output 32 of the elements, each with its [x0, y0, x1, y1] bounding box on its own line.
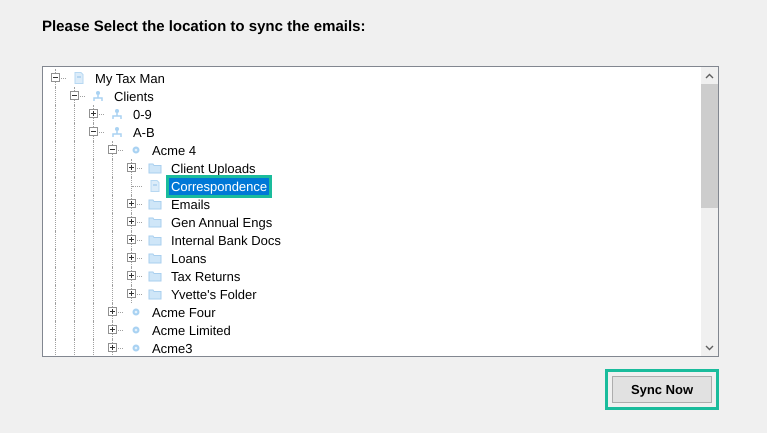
folder-icon: [148, 162, 162, 174]
people-icon: [110, 108, 124, 120]
scroll-thumb[interactable]: [701, 84, 718, 208]
document-icon: [72, 72, 86, 84]
expander-toggle[interactable]: [108, 307, 117, 316]
expander-toggle[interactable]: [89, 127, 98, 136]
folder-icon: [148, 252, 162, 264]
document-icon: [148, 180, 162, 192]
expander-toggle[interactable]: [127, 271, 136, 280]
folder-icon: [148, 270, 162, 282]
expander-toggle[interactable]: [51, 73, 60, 82]
folder-icon: [148, 288, 162, 300]
expander-toggle[interactable]: [127, 163, 136, 172]
folder-icon: [148, 234, 162, 246]
expander-toggle[interactable]: [108, 145, 117, 154]
heading: Please Select the location to sync the emails:: [42, 18, 366, 37]
expander-toggle[interactable]: [89, 109, 98, 118]
scrollbar[interactable]: [701, 67, 718, 356]
expander-toggle[interactable]: [127, 217, 136, 226]
expander-toggle[interactable]: [127, 253, 136, 262]
expander-toggle[interactable]: [70, 91, 79, 100]
expander-toggle[interactable]: [108, 343, 117, 352]
expander-toggle[interactable]: [127, 289, 136, 298]
people-icon: [110, 126, 124, 138]
folder-icon: [148, 198, 162, 210]
sync-now-button[interactable]: Sync Now: [612, 376, 712, 403]
people-icon: [91, 90, 105, 102]
expander-toggle[interactable]: [127, 199, 136, 208]
folder-icon: [148, 216, 162, 228]
expander-toggle[interactable]: [127, 235, 136, 244]
tree-item[interactable]: Correspondence: [166, 174, 272, 198]
expander-toggle[interactable]: [108, 325, 117, 334]
